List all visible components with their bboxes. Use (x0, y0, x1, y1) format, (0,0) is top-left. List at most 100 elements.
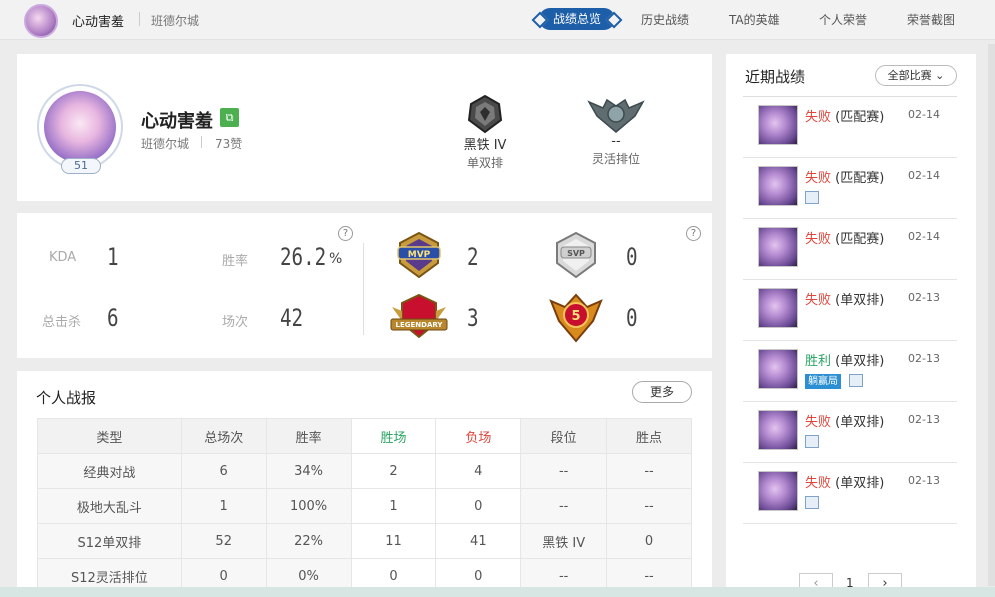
unranked-emblem-icon (587, 98, 645, 133)
mvp-badge-text: MVP (408, 250, 431, 260)
likes-count: 73赞 (215, 137, 243, 151)
more-button[interactable]: 更多 (632, 381, 692, 403)
table-row: S12单双排 52 22% 11 41 黑铁 IV 0 (37, 523, 692, 559)
match-row[interactable]: 失败 (单双排) 02-13 (743, 280, 957, 341)
champion-icon (758, 471, 798, 511)
match-row[interactable]: 失败 (单双排) 02-13 (743, 402, 957, 463)
match-mode: (匹配赛) (835, 232, 885, 247)
table-cell: -- (606, 488, 692, 524)
match-result: 失败 (805, 232, 832, 247)
match-mode: (单双排) (835, 415, 885, 430)
col-type: 类型 (37, 418, 182, 454)
avatar[interactable] (24, 4, 58, 38)
pentakill-badge-icon: 5 (549, 293, 603, 343)
match-date: 02-13 (908, 291, 940, 304)
level-badge: 51 (61, 158, 101, 174)
table-cell: 0 (435, 488, 522, 524)
divider (139, 12, 140, 26)
copy-icon[interactable]: ⧉ (220, 108, 239, 127)
report-table: 类型 总场次 胜率 胜场 负场 段位 胜点 经典对战 6 34% 2 4 -- … (37, 418, 692, 594)
report-card: 个人战报 更多 类型 总场次 胜率 胜场 负场 段位 胜点 经典对战 6 34%… (17, 371, 712, 597)
tab-history[interactable]: 历史战绩 (641, 11, 689, 28)
match-date: 02-14 (908, 230, 940, 243)
kills-value: 6 (107, 304, 119, 332)
match-row[interactable]: 失败 (匹配赛) 02-14 (743, 97, 957, 158)
table-cell: 52 (180, 523, 267, 559)
profile-avatar[interactable] (44, 91, 116, 163)
table-cell: 41 (435, 523, 522, 559)
match-row[interactable]: 失败 (匹配赛) 02-14 (743, 219, 957, 280)
champion-icon (758, 166, 798, 206)
tab-honors[interactable]: 个人荣誉 (819, 11, 867, 28)
pentakill-count: 0 (626, 304, 638, 332)
svp-count: 0 (626, 243, 638, 271)
pentakill-badge-text: 5 (571, 309, 580, 324)
rank-solo-tier: 黑铁 IV (463, 138, 507, 153)
help-icon[interactable]: ? (686, 226, 701, 241)
player-name: 心动害羞 (72, 15, 125, 30)
col-winrate: 胜率 (265, 418, 352, 454)
games-value: 42 (280, 304, 304, 332)
table-cell: -- (520, 488, 608, 524)
col-lp: 胜点 (606, 418, 692, 454)
rank-solo: 黑铁 IV 单双排 (455, 94, 515, 171)
champion-icon (758, 227, 798, 267)
legendary-badge-icon: LEGENDARY (390, 293, 448, 339)
match-filter-dropdown[interactable]: 全部比赛 ⌄ (875, 65, 957, 86)
scrollbar[interactable] (988, 44, 995, 586)
champion-icon (758, 410, 798, 450)
legendary-badge-text: LEGENDARY (396, 321, 444, 329)
match-mode: (匹配赛) (835, 171, 885, 186)
filter-label: 全部比赛 (887, 69, 932, 82)
svp-badge-text: SVP (567, 249, 585, 258)
table-cell: 经典对战 (37, 453, 182, 489)
winrate-label: 胜率 (222, 254, 249, 269)
divider (201, 136, 202, 148)
col-total: 总场次 (180, 418, 267, 454)
screenshot-icon[interactable] (805, 435, 819, 448)
table-cell: 0 (606, 523, 692, 559)
match-row[interactable]: 失败 (单双排) 02-13 (743, 463, 957, 524)
match-date: 02-14 (908, 108, 940, 121)
champion-icon (758, 105, 798, 145)
help-icon[interactable]: ? (338, 226, 353, 241)
tab-overview[interactable]: 战绩总览 (539, 8, 616, 30)
match-mode: (单双排) (835, 476, 885, 491)
table-cell: 1 (180, 488, 267, 524)
screenshot-icon[interactable] (805, 496, 819, 509)
table-cell: 100% (265, 488, 352, 524)
section-title: 个人战报 (36, 389, 97, 407)
profile-card: 51 心动害羞 ⧉ 班德尔城 73赞 黑铁 IV 单双排 -- 灵活排位 (17, 54, 712, 201)
tab-heroes[interactable]: TA的英雄 (729, 11, 780, 28)
rank-flex-queue: 灵活排位 (591, 152, 640, 166)
winrate-value: 26.2 (280, 243, 327, 271)
match-result: 胜利 (805, 354, 832, 369)
divider (363, 243, 364, 335)
server-name: 班德尔城 (151, 14, 200, 28)
table-cell: 极地大乱斗 (37, 488, 182, 524)
champion-icon (758, 288, 798, 328)
table-cell: 22% (265, 523, 352, 559)
table-cell: 4 (435, 453, 522, 489)
winrate-unit: % (329, 251, 343, 267)
table-cell: 34% (265, 453, 352, 489)
stats-card: KDA 1 胜率 26.2 % ? 总击杀 6 场次 42 MVP 2 SVP … (17, 213, 712, 358)
table-row: 极地大乱斗 1 100% 1 0 -- -- (37, 488, 692, 524)
table-header-row: 类型 总场次 胜率 胜场 负场 段位 胜点 (37, 418, 692, 454)
match-result: 失败 (805, 171, 832, 186)
match-row[interactable]: 胜利 (单双排) 02-13 躺赢局 (743, 341, 957, 402)
screenshot-icon[interactable] (805, 191, 819, 204)
col-tier: 段位 (520, 418, 608, 454)
table-cell: -- (606, 453, 692, 489)
match-date: 02-14 (908, 169, 940, 182)
champion-icon (758, 349, 798, 389)
match-row[interactable]: 失败 (匹配赛) 02-14 (743, 158, 957, 219)
bottom-strip (0, 587, 995, 597)
match-mode: (单双排) (835, 293, 885, 308)
match-mode: (单双排) (835, 354, 885, 369)
tab-screenshots[interactable]: 荣誉截图 (907, 11, 955, 28)
kills-label: 总击杀 (42, 315, 82, 330)
screenshot-icon[interactable] (849, 374, 863, 387)
table-cell: S12单双排 (37, 523, 182, 559)
match-date: 02-13 (908, 474, 940, 487)
